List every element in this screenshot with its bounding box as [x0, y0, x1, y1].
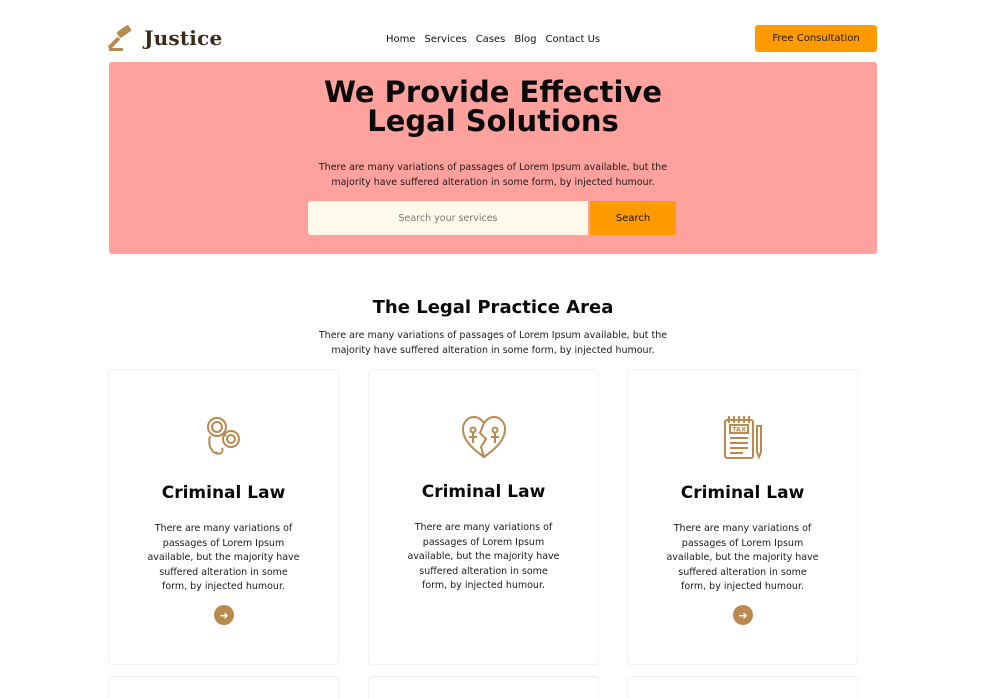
svg-text:TAX: TAX: [732, 426, 746, 434]
card-title: Criminal Law: [421, 482, 546, 502]
hero-subtitle: There are many variations of passages of…: [318, 162, 668, 188]
site-header: Justice Home Services Cases Blog Contact…: [108, 22, 877, 56]
arrow-right-icon[interactable]: ➜: [733, 605, 753, 625]
nav-blog[interactable]: Blog: [514, 34, 536, 45]
gavel-icon: [108, 25, 132, 51]
section-title: The Legal Practice Area: [372, 297, 614, 318]
card-description: There are many variations of passages of…: [147, 523, 300, 592]
nav-cases[interactable]: Cases: [476, 34, 506, 45]
service-search: Search: [308, 201, 676, 235]
tax-document-icon: TAX: [723, 416, 762, 460]
free-consultation-button[interactable]: Free Consultation: [755, 25, 877, 52]
hero-banner: We Provide Effective Legal Solutions The…: [109, 62, 877, 254]
nav-services[interactable]: Services: [425, 34, 467, 45]
hero-title: We Provide Effective Legal Solutions: [323, 75, 663, 138]
nav-contact-us[interactable]: Contact Us: [546, 34, 601, 45]
main-nav: Home Services Cases Blog Contact Us: [386, 34, 600, 45]
practice-card[interactable]: [627, 676, 858, 698]
card-title: Criminal Law: [161, 483, 286, 503]
practice-card[interactable]: TAX Criminal Law There are many variatio…: [627, 369, 858, 665]
broken-heart-icon: [461, 415, 506, 459]
practice-card[interactable]: [108, 676, 339, 698]
brand-name: Justice: [144, 26, 223, 50]
search-button[interactable]: Search: [590, 201, 676, 235]
handcuffs-icon: [206, 417, 240, 455]
search-input[interactable]: [308, 201, 588, 235]
arrow-right-icon[interactable]: ➜: [214, 605, 234, 625]
card-description: There are many variations of passages of…: [407, 522, 560, 591]
section-subtitle: There are many variations of passages of…: [318, 330, 668, 356]
card-title: Criminal Law: [680, 483, 805, 503]
nav-home[interactable]: Home: [386, 34, 416, 45]
practice-card[interactable]: [368, 676, 599, 698]
card-description: There are many variations of passages of…: [666, 523, 819, 592]
practice-card[interactable]: Criminal Law There are many variations o…: [108, 369, 339, 665]
practice-card[interactable]: Criminal Law There are many variations o…: [368, 369, 599, 665]
logo[interactable]: Justice: [108, 24, 222, 52]
